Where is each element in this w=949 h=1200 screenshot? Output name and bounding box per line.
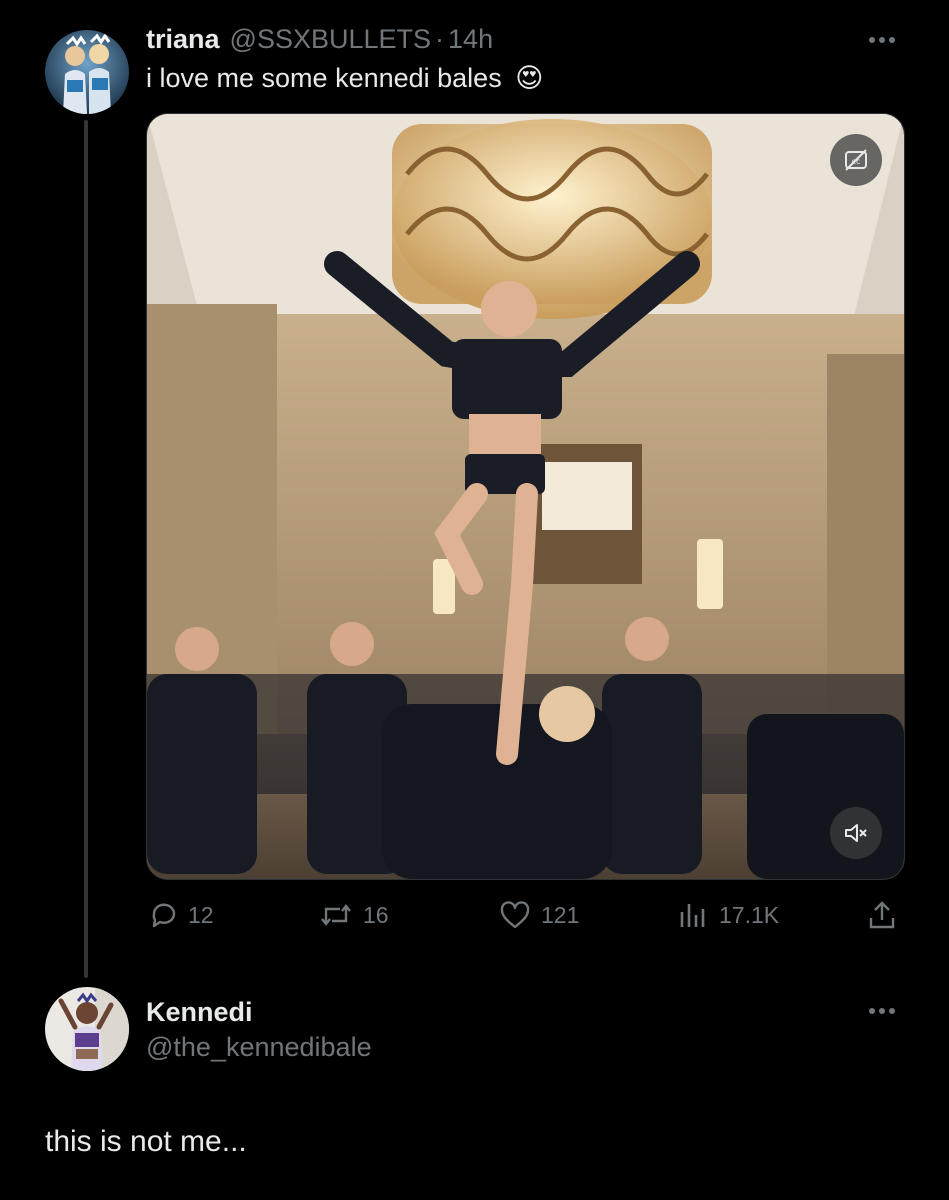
- share-icon: [869, 901, 895, 929]
- more-horizontal-icon: [869, 37, 895, 43]
- reply-more-options-button[interactable]: [862, 1001, 902, 1021]
- tweet-text-content: i love me some kennedi bales: [146, 63, 502, 93]
- reply-avatar[interactable]: [45, 987, 129, 1071]
- video-frame: [147, 114, 904, 879]
- svg-text:cc: cc: [852, 157, 861, 166]
- captions-off-icon: cc: [845, 149, 867, 171]
- reply-count: 12: [188, 901, 214, 928]
- author-handle[interactable]: @SSXBULLETS: [230, 24, 432, 55]
- retweet-icon: [321, 904, 351, 926]
- tweet-header: triana @SSXBULLETS · 14h: [146, 22, 493, 56]
- reply-icon: [152, 903, 176, 928]
- like-count: 121: [541, 901, 580, 928]
- timestamp[interactable]: 14h: [448, 24, 493, 55]
- volume-muted-icon: [845, 824, 867, 842]
- mute-toggle-button[interactable]: [830, 807, 882, 859]
- retweet-button[interactable]: 16: [319, 895, 389, 935]
- reply-button[interactable]: 12: [148, 895, 214, 935]
- reply-author-handle[interactable]: @the_kennedibale: [146, 1030, 372, 1064]
- more-options-button[interactable]: [862, 30, 902, 50]
- separator-dot: ·: [435, 23, 445, 54]
- like-button[interactable]: 121: [499, 895, 579, 935]
- reply-text: this is not me...: [45, 1125, 247, 1158]
- tweet-video[interactable]: cc: [146, 113, 905, 880]
- captions-button[interactable]: cc: [830, 134, 882, 186]
- author-name[interactable]: triana: [146, 24, 220, 55]
- views-button[interactable]: 17.1K: [677, 895, 779, 935]
- views-count: 17.1K: [719, 901, 780, 928]
- retweet-count: 16: [363, 901, 389, 928]
- more-horizontal-icon: [869, 1008, 895, 1014]
- tweet-text: i love me some kennedi bales 😍: [146, 60, 543, 96]
- heart-icon: [500, 901, 530, 929]
- analytics-bars-icon: [680, 904, 705, 927]
- thread-connector-line: [84, 120, 88, 978]
- heart-eyes-emoji: 😍: [515, 63, 544, 93]
- share-button[interactable]: [866, 895, 908, 935]
- reply-author-name[interactable]: Kennedi: [146, 995, 253, 1029]
- avatar[interactable]: [45, 30, 129, 114]
